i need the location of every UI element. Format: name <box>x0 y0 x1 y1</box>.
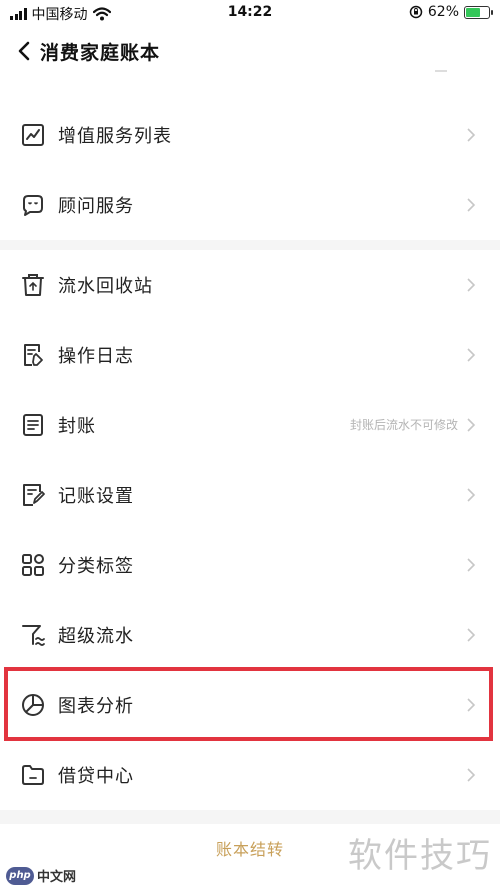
php-logo-text: 中文网 <box>37 870 77 885</box>
folder-icon <box>22 765 44 785</box>
status-right: 62% <box>409 4 493 20</box>
rotation-lock-icon <box>409 5 423 19</box>
footer-separator <box>0 810 500 824</box>
menu-item-consulting-service[interactable]: 顾问服务 <box>0 170 500 240</box>
menu-item-bookkeeping-settings[interactable]: 记账设置 <box>0 460 500 530</box>
menu-item-label: 记账设置 <box>58 486 134 507</box>
chat-face-icon <box>23 195 43 216</box>
menu-item-label: 超级流水 <box>58 626 134 647</box>
menu-item-label: 操作日志 <box>58 346 134 367</box>
chevron-right-icon <box>467 628 476 642</box>
menu-item-label: 分类标签 <box>58 556 134 577</box>
page-title: 消费家庭账本 <box>40 42 161 64</box>
trash-icon <box>22 274 44 296</box>
partial-row-icon <box>435 70 447 72</box>
menu-item-value-added-services[interactable]: 增值服务列表 <box>0 100 500 170</box>
menu-item-super-flow[interactable]: 超级流水 <box>0 600 500 670</box>
menu-item-operation-log[interactable]: 操作日志 <box>0 320 500 390</box>
menu-item-label: 图表分析 <box>58 696 134 717</box>
pie-chart-icon <box>22 694 44 716</box>
menu-item-recycle-bin[interactable]: 流水回收站 <box>0 250 500 320</box>
menu-item-loan-center[interactable]: 借贷中心 <box>0 740 500 810</box>
menu-item-hint: 封账后流水不可修改 <box>349 418 458 432</box>
chevron-right-icon <box>467 128 476 142</box>
menu-item-label: 流水回收站 <box>58 276 153 297</box>
log-icon <box>24 344 43 366</box>
chevron-right-icon <box>467 768 476 782</box>
chevron-right-icon <box>467 198 476 212</box>
chevron-right-icon <box>467 418 476 432</box>
category-grid-icon <box>22 554 44 576</box>
chevron-right-icon <box>467 278 476 292</box>
back-chevron-icon[interactable] <box>14 40 36 62</box>
menu-item-label: 借贷中心 <box>58 766 134 787</box>
php-badge: php <box>6 866 34 885</box>
status-bar: 中国移动 14:22 62% <box>0 0 500 26</box>
menu-item-close-ledger[interactable]: 封账 封账后流水不可修改 <box>0 390 500 460</box>
menu-item-label: 增值服务列表 <box>58 126 172 147</box>
menu-item-category-tags[interactable]: 分类标签 <box>0 530 500 600</box>
menu-item-label: 顾问服务 <box>58 196 134 217</box>
watermark-text: 软件技巧 <box>348 836 492 876</box>
edit-note-icon <box>23 484 45 506</box>
group-separator <box>0 240 500 250</box>
chevron-right-icon <box>467 558 476 572</box>
ledger-seal-icon <box>23 414 43 436</box>
super-flow-icon <box>22 625 45 646</box>
battery-fill <box>466 7 480 17</box>
chevron-right-icon <box>467 348 476 362</box>
php-cn-logo: php 中文网 <box>6 866 76 885</box>
battery-icon <box>464 5 493 19</box>
menu-item-chart-analysis[interactable]: 图表分析 <box>0 670 500 740</box>
chevron-right-icon <box>467 698 476 712</box>
chevron-right-icon <box>467 488 476 502</box>
trend-chart-icon <box>22 124 44 146</box>
battery-percent: 62% <box>427 4 459 20</box>
menu-item-label: 封账 <box>58 416 96 437</box>
nav-bar: 消费家庭账本 <box>0 26 500 76</box>
